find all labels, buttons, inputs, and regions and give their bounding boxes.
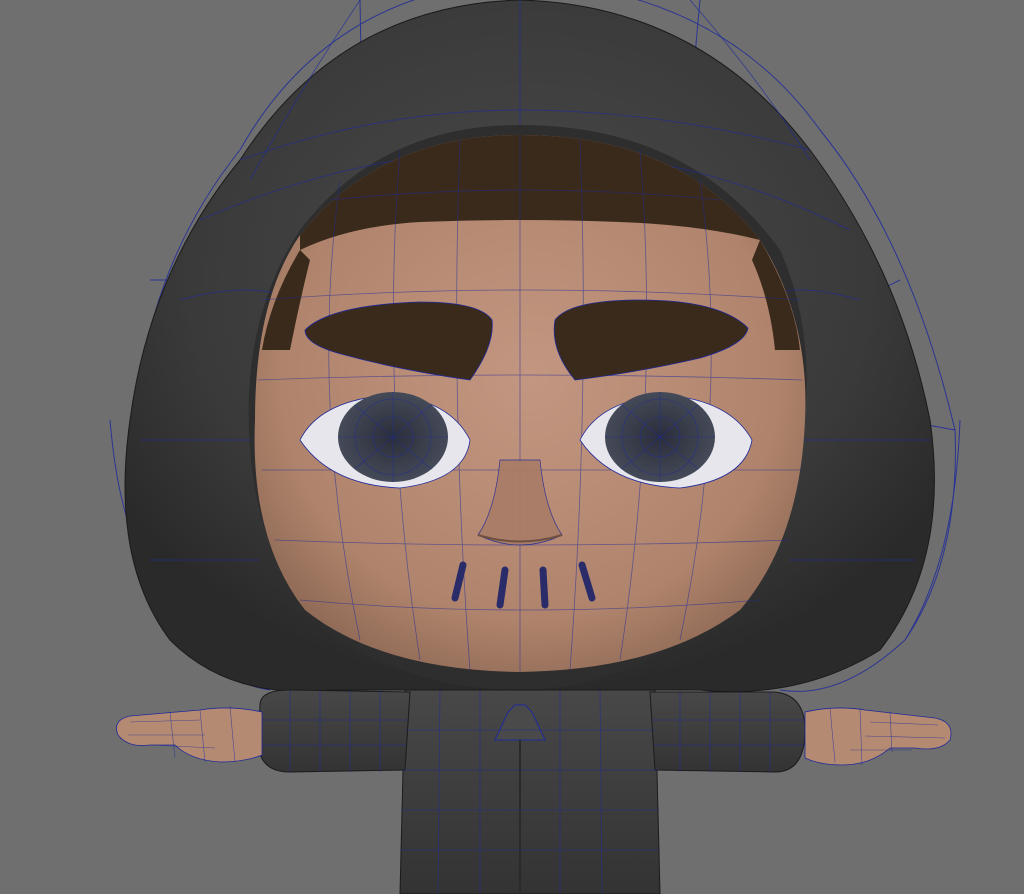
jacket bbox=[257, 689, 806, 894]
3d-viewport[interactable] bbox=[0, 0, 1024, 894]
right-sleeve bbox=[649, 691, 806, 773]
right-hand bbox=[804, 707, 952, 766]
left-sleeve bbox=[257, 689, 411, 773]
head bbox=[254, 135, 806, 672]
character-model bbox=[109, 0, 961, 894]
left-hand bbox=[116, 705, 263, 763]
